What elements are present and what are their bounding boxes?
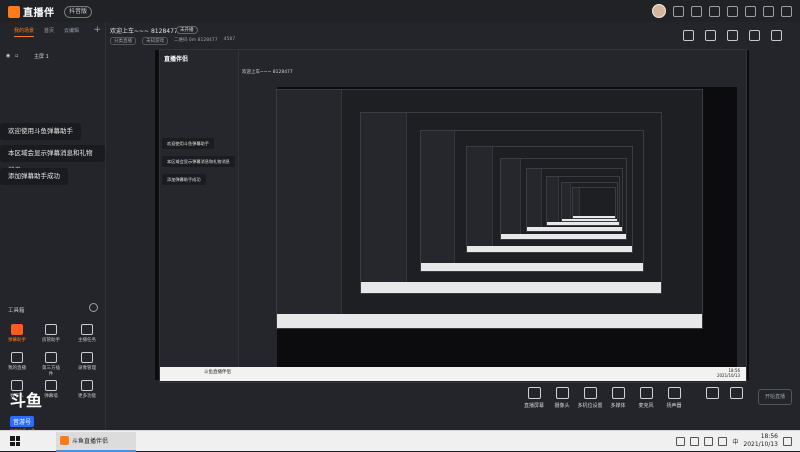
bell-icon[interactable] — [691, 5, 702, 17]
toolbox-label: 工具箱 — [8, 308, 25, 314]
tab-underline — [14, 36, 34, 37]
room-status-tag: 未开播 — [176, 26, 198, 34]
record-icon — [705, 387, 719, 399]
room-id-text: 二维码 0m 8128477 — [174, 38, 218, 43]
start-live-button[interactable]: 开始直播 — [758, 389, 792, 405]
viewer-count: 4587 — [223, 37, 236, 42]
tool-danmu-assistant[interactable]: 弹幕助手 — [6, 324, 28, 343]
danmu-wall-icon — [45, 380, 57, 391]
settings-icon[interactable] — [709, 5, 720, 17]
tool-recording[interactable]: 录像管理 — [76, 352, 98, 371]
live-icon — [11, 352, 23, 363]
version-badge: 抖音版 — [64, 6, 93, 18]
nested-taskbar-app: 斗鱼直播伴侣 — [204, 370, 231, 375]
nested-logo: 直播伴侣 — [164, 56, 189, 63]
nested-capture-level-10 — [572, 187, 616, 219]
toolbox-more-icon[interactable] — [89, 303, 98, 312]
nested-toast-area: 本区域会显示弹幕消息和礼物消息 — [162, 156, 235, 167]
logo-mark-icon — [8, 6, 20, 18]
window-controls — [652, 4, 792, 18]
danmu-toast-welcome: 欢迎使用斗鱼弹幕助手 — [0, 123, 81, 140]
nested-taskbar: 斗鱼直播伴侣 18:56 2021/10/13 — [160, 367, 746, 381]
tray-network-icon[interactable] — [690, 436, 700, 446]
scene-item[interactable]: ◉ ▫ 主屏 1 — [0, 51, 105, 61]
tab-home[interactable]: 首页 — [44, 27, 54, 34]
lock-scene-icon[interactable] — [705, 30, 716, 41]
maximize-icon[interactable] — [763, 5, 774, 17]
sidebar: 我的场景 首页 云编辑 + ◉ ▫ 主屏 1 欢迎使用斗鱼弹幕助手 本区域会显示… — [0, 22, 106, 433]
bottom-settings-button[interactable] — [720, 387, 752, 402]
tool-room-manager[interactable]: 房管助手 — [40, 324, 62, 343]
bottom-toolbar: 直播屏幕 摄像头 多机位设置 多媒体 麦克风 扬声器 开始直播 — [106, 381, 800, 421]
layout-icon[interactable] — [683, 30, 694, 41]
tool-my-live[interactable]: 我的直播 — [6, 352, 28, 371]
title-bar: 直播伴侣 抖音版 — [0, 0, 800, 34]
digital-human-icon — [11, 380, 23, 391]
ime-indicator[interactable]: 中 — [732, 437, 738, 446]
status-bar — [106, 420, 800, 430]
eye-icon[interactable]: ◉ — [6, 53, 10, 59]
avatar[interactable] — [652, 4, 666, 18]
header-settings-icon[interactable] — [771, 30, 782, 41]
app-logo: 直播伴侣 — [8, 4, 63, 34]
danmu-toast-added: 添加弹幕助手成功 — [0, 168, 68, 185]
menu-icon[interactable] — [727, 5, 738, 17]
room-title[interactable]: 欢迎上车~~~ 8128477 — [110, 26, 178, 35]
nested-toast-welcome: 欢迎使用斗鱼弹幕助手 — [162, 138, 214, 149]
room-header: 欢迎上车~~~ 8128477 未开播 分类直播 未知游戏 二维码 0m 812… — [106, 22, 800, 48]
taskbar-app-label: 斗鱼直播伴侣 — [72, 438, 109, 445]
tab-my-scenes[interactable]: 我的场景 — [14, 27, 34, 34]
danmu-toast-area: 本区域会显示弹幕消息和礼物消息 — [0, 145, 105, 174]
tray-volume-icon[interactable] — [704, 436, 714, 446]
header-actions — [683, 30, 782, 41]
add-scene-icon[interactable]: + — [93, 25, 101, 35]
share-icon[interactable] — [749, 30, 760, 41]
recording-icon — [81, 352, 93, 363]
close-icon[interactable] — [781, 5, 792, 17]
plugin-icon — [45, 352, 57, 363]
douyu-brand-logo: 斗鱼 音游号 文字来源 斗鱼 — [10, 391, 43, 433]
system-tray: 中 18:56 2021/10/13 — [676, 433, 792, 449]
microphone-icon — [639, 387, 653, 399]
room-info-row: 分类直播 未知游戏 二维码 0m 8128477 4587 — [110, 37, 235, 45]
speaker-button[interactable]: 扬声器 — [658, 387, 690, 409]
tool-streamer-task[interactable]: 主播任务 — [76, 324, 98, 343]
screen-icon — [527, 387, 541, 399]
nested-sidebar: 直播伴侣 — [160, 50, 239, 368]
more-icon — [81, 380, 93, 391]
scene-label: 主屏 1 — [34, 54, 49, 60]
media-icon — [611, 387, 625, 399]
taskbar-clock[interactable]: 18:56 2021/10/13 — [743, 433, 778, 449]
windows-start-icon[interactable] — [10, 436, 20, 446]
gear-icon — [729, 387, 743, 399]
app-taskbar-icon — [60, 436, 69, 445]
app-window: 直播伴侣 抖音版 我的场景 首页 云编辑 + ◉ ▫ 主屏 1 欢迎使用斗鱼弹幕… — [0, 0, 800, 433]
tool-more[interactable]: 更多功能 — [76, 380, 98, 399]
task-icon — [81, 324, 93, 335]
nested-toast-added: 添加弹幕助手成功 — [162, 174, 206, 185]
minimize-icon[interactable] — [745, 5, 756, 17]
gift-icon[interactable] — [673, 5, 684, 17]
category-pill[interactable]: 分类直播 — [110, 37, 136, 45]
tray-display-icon[interactable] — [718, 436, 728, 446]
multi-camera-icon — [583, 387, 597, 399]
tool-plugins[interactable]: 第三方插件 — [40, 352, 62, 377]
camera-icon — [555, 387, 569, 399]
taskbar-app-button[interactable]: 斗鱼直播伴侣 — [56, 432, 136, 452]
room-manager-icon — [45, 324, 57, 335]
tray-chevron-icon[interactable] — [676, 436, 686, 446]
windows-taskbar: 斗鱼直播伴侣 中 18:56 2021/10/13 — [0, 430, 800, 452]
nested-room-title: 欢迎上车~~~ 8128477 — [242, 70, 293, 75]
lock-icon[interactable]: ▫ — [15, 53, 18, 59]
sidebar-tabs: 我的场景 首页 云编辑 + — [0, 24, 105, 37]
notification-icon[interactable] — [783, 436, 792, 446]
game-pill[interactable]: 未知游戏 — [142, 37, 168, 45]
tab-cloud-edit[interactable]: 云编辑 — [64, 27, 79, 34]
danmu-icon — [11, 324, 23, 335]
speaker-icon — [667, 387, 681, 399]
nested-clock: 18:56 2021/10/13 — [716, 368, 740, 378]
fullscreen-icon[interactable] — [727, 30, 738, 41]
